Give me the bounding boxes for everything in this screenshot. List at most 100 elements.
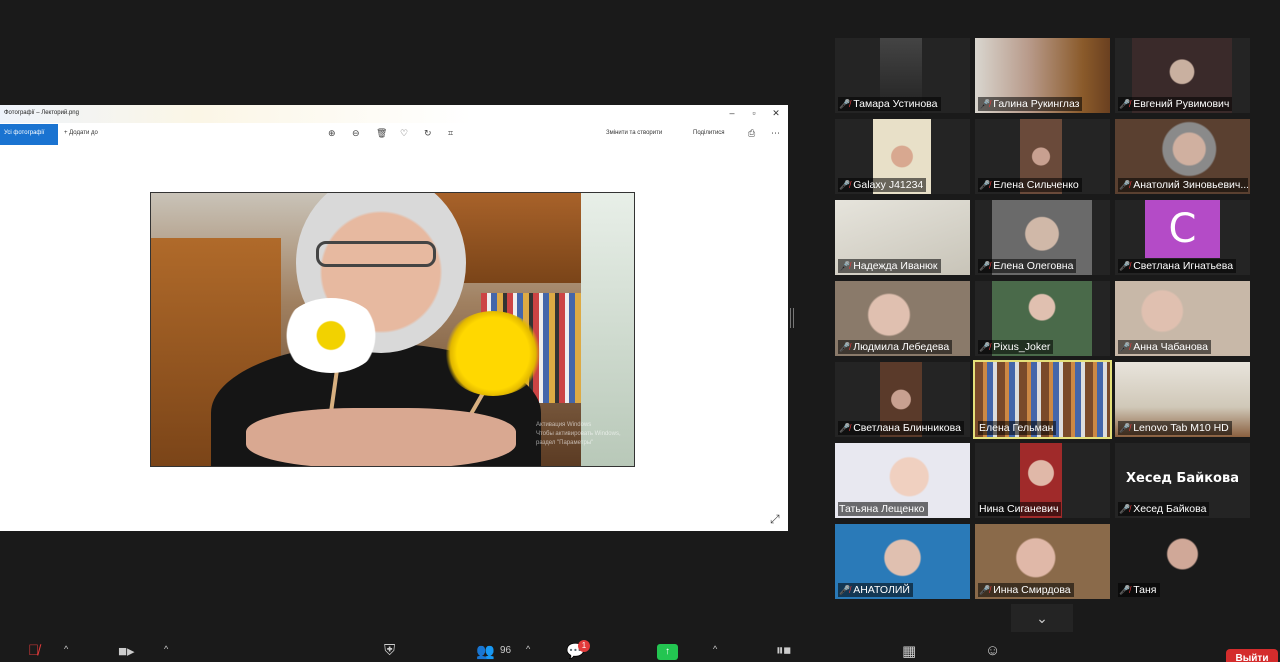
audio-options-caret[interactable]: ^ — [64, 644, 68, 654]
participant-name: Нина Сиганевич — [979, 503, 1059, 515]
zoom-out-icon: ⊖ — [352, 128, 360, 138]
mic-muted-icon: 🎤̸ — [839, 423, 851, 433]
participant-tile[interactable]: 🎤̸ Надежда Иванюк — [835, 200, 970, 275]
mic-muted-icon: 🎤̸ — [979, 180, 991, 190]
participant-tile-active-speaker[interactable]: Елена Гельман — [973, 360, 1112, 439]
apps-button[interactable]: ▦ — [902, 642, 916, 660]
participant-tile[interactable]: 🎤̸ Инна Смирдова — [975, 524, 1110, 599]
participant-name: Pixus_Joker — [993, 341, 1051, 353]
shared-photo: Активация Windows Чтобы активировать Win… — [150, 192, 635, 467]
participant-name-placeholder: Хесед Байкова — [1126, 471, 1239, 486]
participant-tile[interactable]: 🎤̸ Евгений Рувимович — [1115, 38, 1250, 113]
mic-muted-icon: 🎤̸ — [1119, 180, 1131, 190]
participant-name: АНАТОЛИЙ — [853, 584, 910, 596]
participant-name: Тамара Устинова — [853, 98, 938, 110]
participant-tile[interactable]: Татьяна Лещенко — [835, 443, 970, 518]
video-options-caret[interactable]: ^ — [164, 644, 168, 654]
all-photos-tab: Усі фотографії — [0, 124, 58, 145]
photos-titlebar: Фотографії – Лекторий.png – ▫ ✕ — [0, 105, 788, 123]
all-photos-label: Усі фотографії — [4, 130, 45, 136]
video-button[interactable]: ■▸ — [118, 642, 135, 660]
participants-options-caret[interactable]: ^ — [526, 644, 530, 654]
yellow-flower — [443, 311, 543, 396]
close-icon: ✕ — [772, 108, 780, 118]
participants-button[interactable]: 👥 — [476, 642, 495, 660]
mic-muted-icon: 🎤̸ — [1119, 585, 1131, 595]
mic-muted-icon: 🎤̸ — [839, 99, 851, 109]
edit-create-label: Змінити та створити — [606, 130, 663, 136]
maximize-icon: ▫ — [752, 108, 756, 118]
participant-tile[interactable]: 🎤̸ Анатолий Зиновьевич... — [1115, 119, 1250, 194]
pause-share-button[interactable]: ⏸⏹ — [776, 642, 791, 659]
participant-tile[interactable]: 🎤̸ Людмила Лебедева — [835, 281, 970, 356]
chat-unread-badge: 1 — [578, 640, 590, 652]
share-screen-button[interactable]: ↑ — [657, 644, 678, 660]
reactions-button[interactable]: ☺ — [985, 642, 1000, 659]
mic-muted-icon: 🎤̸ — [1119, 261, 1131, 271]
print-icon: ⎙ — [748, 128, 756, 138]
participant-name: Евгений Рувимович — [1133, 98, 1230, 110]
watermark-line-1: Активация Windows — [536, 422, 592, 428]
participant-tile[interactable]: 🎤̸ Светлана Блинникова — [835, 362, 970, 437]
zoom-in-icon: ⊕ — [328, 128, 336, 138]
participant-tile[interactable]: 🎤̸ Тамара Устинова — [835, 38, 970, 113]
participant-tile[interactable]: 🎤̸ Galaxy J41234 — [835, 119, 970, 194]
photos-toolbar: Усі фотографії + Додати до ⊕ ⊖ 🗑 ♡ ↻ ⌗ З… — [0, 123, 788, 145]
fullscreen-icon[interactable]: ⤢ — [770, 512, 780, 527]
participant-tile[interactable]: 🎤̸ Елена Олеговна — [975, 200, 1110, 275]
crop-icon: ⌗ — [448, 128, 454, 138]
participants-count: 96 — [500, 645, 512, 656]
mic-muted-icon: 🎤̸ — [979, 261, 991, 271]
mic-muted-icon: 🎤̸ — [1119, 504, 1131, 514]
participant-tile[interactable]: 🎤̸ Анна Чабанова — [1115, 281, 1250, 356]
participant-tile[interactable]: 🎤̸ Елена Сильченко — [975, 119, 1110, 194]
mic-muted-icon: 🎤̸ — [839, 342, 851, 352]
participant-tile[interactable]: Нина Сиганевич — [975, 443, 1110, 518]
participant-name: Елена Олеговна — [993, 260, 1074, 272]
chevron-down-icon: ⌄ — [1036, 610, 1048, 626]
watermark-line-3: раздел "Параметры" — [536, 440, 594, 446]
security-button[interactable]: ⛨ — [384, 642, 395, 659]
mic-muted-icon: 🎤̸ — [979, 342, 991, 352]
participant-tile[interactable]: 🎤̸ АНАТОЛИЙ — [835, 524, 970, 599]
mic-muted-icon: 🎤̸ — [1119, 423, 1131, 433]
participant-name: Анатолий Зиновьевич... — [1133, 179, 1248, 191]
participant-tile[interactable]: Хесед Байкова 🎤̸ Хесед Байкова — [1115, 443, 1250, 518]
participant-name: Хесед Байкова — [1133, 503, 1207, 515]
participant-name: Надежда Иванюк — [853, 260, 938, 272]
more-icon: ⋯ — [771, 128, 780, 138]
participant-name: Инна Смирдова — [993, 584, 1071, 596]
participant-name: Татьяна Лещенко — [839, 503, 925, 515]
participant-tile[interactable]: 🎤̸ Pixus_Joker — [975, 281, 1110, 356]
favorite-icon: ♡ — [400, 128, 409, 138]
participant-name: Galaxy J41234 — [853, 179, 924, 191]
participant-name: Людмила Лебедева — [853, 341, 950, 353]
mic-muted-icon: 🎤̸ — [979, 99, 991, 109]
mic-muted-icon: 🎤̸ — [1119, 342, 1131, 352]
avatar: C — [1145, 200, 1220, 258]
mic-muted-icon: 🎤̸ — [1119, 99, 1131, 109]
participant-tile[interactable]: 🎤̸ Таня — [1115, 524, 1250, 599]
add-to-label: + Додати до — [64, 130, 98, 136]
share-label: Поділитися — [693, 130, 725, 136]
participant-name: Елена Гельман — [979, 422, 1054, 434]
leave-button[interactable]: Выйти — [1226, 649, 1278, 662]
arrow-up-icon: ↑ — [665, 646, 670, 657]
participant-name: Анна Чабанова — [1133, 341, 1208, 353]
photos-window-title: Фотографії – Лекторий.png — [4, 110, 79, 116]
shared-screen: Фотографії – Лекторий.png – ▫ ✕ Усі фото… — [0, 105, 788, 531]
participant-tile[interactable]: 🎤̸ Галина Рукинглаз — [975, 38, 1110, 113]
participant-name: Светлана Блинникова — [853, 422, 961, 434]
gallery-next-page-button[interactable]: ⌄ — [1011, 604, 1073, 632]
mute-button[interactable]: 🎙̸ — [28, 642, 39, 659]
delete-icon: 🗑 — [376, 128, 388, 138]
participant-name: Таня — [1133, 584, 1157, 596]
participant-tile[interactable]: 🎤̸ Lenovo Tab M10 HD — [1115, 362, 1250, 437]
participant-name: Светлана Игнатьева — [1133, 260, 1234, 272]
split-view-handle[interactable] — [790, 308, 794, 328]
activation-watermark: Активация Windows Чтобы активировать Win… — [536, 421, 621, 448]
minimize-icon: – — [729, 108, 735, 118]
share-options-caret[interactable]: ^ — [713, 644, 717, 654]
mic-muted-icon: 🎤̸ — [979, 585, 991, 595]
daisy-flower — [281, 298, 381, 373]
